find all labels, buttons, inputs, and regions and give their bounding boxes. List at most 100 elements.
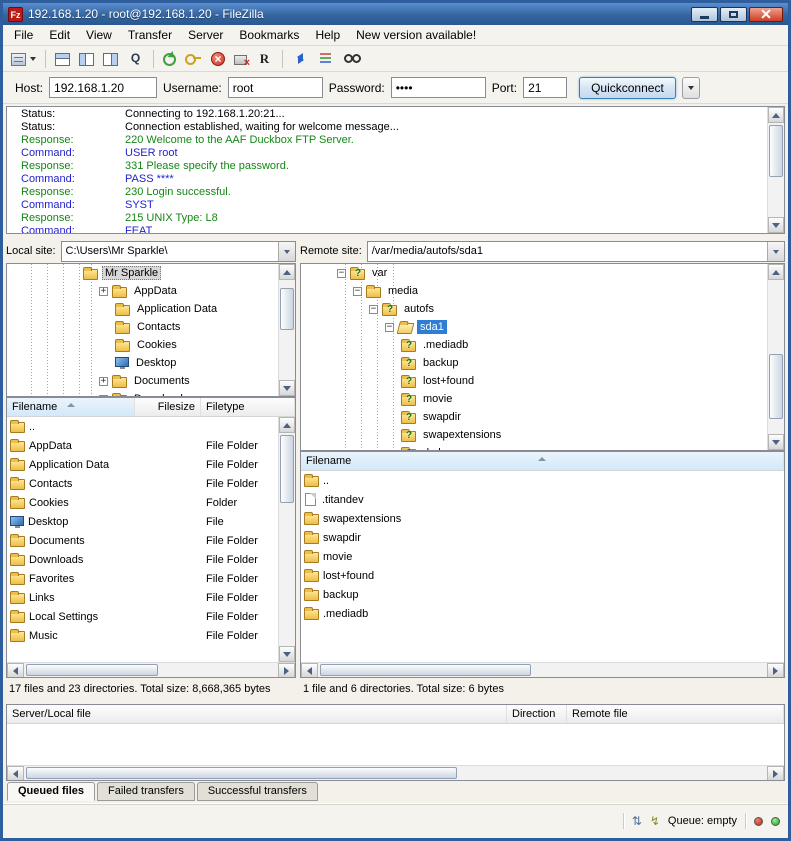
menu-server[interactable]: Server	[180, 25, 231, 45]
reconnect-button[interactable]	[252, 48, 277, 70]
minimize-button[interactable]	[691, 7, 718, 22]
tab-queued-files[interactable]: Queued files	[7, 782, 95, 801]
file-row[interactable]: backup	[301, 585, 784, 604]
tree-item[interactable]: Mr Sparkle	[7, 264, 278, 282]
tab-failed-transfers[interactable]: Failed transfers	[97, 782, 195, 801]
column-header-direction[interactable]: Direction	[507, 705, 567, 723]
local-site-combo[interactable]: C:\Users\Mr Sparkle\	[61, 241, 296, 262]
column-header-remote-file[interactable]: Remote file	[567, 705, 784, 723]
scroll-left-button[interactable]	[301, 663, 318, 678]
local-tree-scrollbar[interactable]	[278, 264, 295, 396]
process-queue-button[interactable]	[181, 48, 206, 70]
directory-comparison-button[interactable]	[288, 48, 313, 70]
scroll-up-button[interactable]	[768, 107, 784, 123]
combo-dropdown-button[interactable]	[767, 242, 784, 261]
tree-item[interactable]: lost+found	[301, 372, 767, 390]
tree-item[interactable]: media	[301, 282, 767, 300]
local-list-scrollbar[interactable]	[278, 417, 295, 662]
file-row[interactable]: swapextensions	[301, 509, 784, 528]
scroll-right-button[interactable]	[767, 766, 784, 781]
local-list-hscrollbar[interactable]	[7, 662, 295, 677]
tree-item[interactable]: Application Data	[7, 300, 278, 318]
scroll-up-button[interactable]	[279, 264, 295, 280]
file-row[interactable]: DocumentsFile Folder	[7, 531, 278, 550]
scroll-up-button[interactable]	[768, 264, 784, 280]
tree-item[interactable]: sda1	[301, 318, 767, 336]
file-row[interactable]: Local SettingsFile Folder	[7, 607, 278, 626]
quickconnect-dropdown-button[interactable]	[682, 77, 700, 99]
toggle-message-log-button[interactable]	[51, 48, 74, 70]
expand-icon[interactable]	[99, 377, 108, 386]
maximize-button[interactable]	[720, 7, 747, 22]
tree-item[interactable]: movie	[301, 390, 767, 408]
tree-item[interactable]: backup	[301, 354, 767, 372]
scroll-down-button[interactable]	[768, 434, 784, 450]
scrollbar-thumb[interactable]	[280, 435, 294, 503]
scroll-left-button[interactable]	[7, 766, 24, 781]
menu-view[interactable]: View	[78, 25, 120, 45]
file-row[interactable]: Application DataFile Folder	[7, 455, 278, 474]
remote-list-hscrollbar[interactable]	[301, 662, 784, 677]
file-row[interactable]: movie	[301, 547, 784, 566]
cancel-button[interactable]	[207, 48, 229, 70]
tree-item[interactable]: AppData	[7, 282, 278, 300]
file-row[interactable]: .titandev	[301, 490, 784, 509]
scroll-down-button[interactable]	[279, 646, 295, 662]
menu-bookmarks[interactable]: Bookmarks	[231, 25, 307, 45]
file-row[interactable]: CookiesFolder	[7, 493, 278, 512]
expand-icon[interactable]	[99, 287, 108, 296]
queue-hscrollbar[interactable]	[7, 765, 784, 780]
menu-file[interactable]: File	[6, 25, 41, 45]
toggle-queue-button[interactable]	[123, 48, 148, 70]
file-row[interactable]: DesktopFile	[7, 512, 278, 531]
speed-limits-icon[interactable]: ↯	[650, 813, 660, 829]
scroll-right-button[interactable]	[278, 663, 295, 678]
menu-transfer[interactable]: Transfer	[120, 25, 180, 45]
username-input[interactable]	[228, 77, 323, 98]
file-row[interactable]: AppDataFile Folder	[7, 436, 278, 455]
new-version-link[interactable]: New version available!	[348, 25, 484, 45]
file-row[interactable]: ..	[301, 471, 784, 490]
file-row[interactable]: MusicFile Folder	[7, 626, 278, 645]
expand-icon[interactable]	[99, 395, 108, 397]
file-row[interactable]: ..	[7, 417, 278, 436]
tree-item[interactable]: Contacts	[7, 318, 278, 336]
port-input[interactable]	[523, 77, 567, 98]
scrollbar-thumb[interactable]	[26, 767, 457, 779]
scrollbar-thumb[interactable]	[26, 664, 158, 676]
host-input[interactable]	[49, 77, 157, 98]
scroll-right-button[interactable]	[767, 663, 784, 678]
scrollbar-thumb[interactable]	[280, 288, 294, 330]
tree-item[interactable]: Desktop	[7, 354, 278, 372]
scroll-up-button[interactable]	[279, 417, 295, 433]
tree-item[interactable]: Downloads	[7, 390, 278, 396]
column-header-filename[interactable]: Filename	[7, 398, 135, 416]
quickconnect-button[interactable]: Quickconnect	[579, 77, 676, 99]
toggle-remote-tree-button[interactable]	[99, 48, 122, 70]
file-row[interactable]: FavoritesFile Folder	[7, 569, 278, 588]
file-row[interactable]: DownloadsFile Folder	[7, 550, 278, 569]
file-row[interactable]: lost+found	[301, 566, 784, 585]
column-header-filetype[interactable]: Filetype	[201, 398, 295, 416]
refresh-button[interactable]	[159, 48, 180, 70]
collapse-icon[interactable]	[369, 305, 378, 314]
file-row[interactable]: LinksFile Folder	[7, 588, 278, 607]
scrollbar-thumb[interactable]	[320, 664, 531, 676]
tree-item[interactable]: swapdir	[301, 408, 767, 426]
tree-item[interactable]: Documents	[7, 372, 278, 390]
column-header-server-local-file[interactable]: Server/Local file	[7, 705, 507, 723]
site-manager-button[interactable]	[7, 48, 40, 70]
file-row[interactable]: swapdir	[301, 528, 784, 547]
column-header-filesize[interactable]: Filesize	[135, 398, 201, 416]
tree-item[interactable]: dvd	[301, 444, 767, 450]
tree-item[interactable]: var	[301, 264, 767, 282]
tree-item[interactable]: swapextensions	[301, 426, 767, 444]
tab-successful-transfers[interactable]: Successful transfers	[197, 782, 318, 801]
scrollbar-thumb[interactable]	[769, 354, 783, 419]
remote-site-combo[interactable]: /var/media/autofs/sda1	[367, 241, 785, 262]
scroll-down-button[interactable]	[768, 217, 784, 233]
menu-edit[interactable]: Edit	[41, 25, 78, 45]
find-files-button[interactable]	[340, 48, 365, 70]
scroll-down-button[interactable]	[279, 380, 295, 396]
file-row[interactable]: .mediadb	[301, 604, 784, 623]
